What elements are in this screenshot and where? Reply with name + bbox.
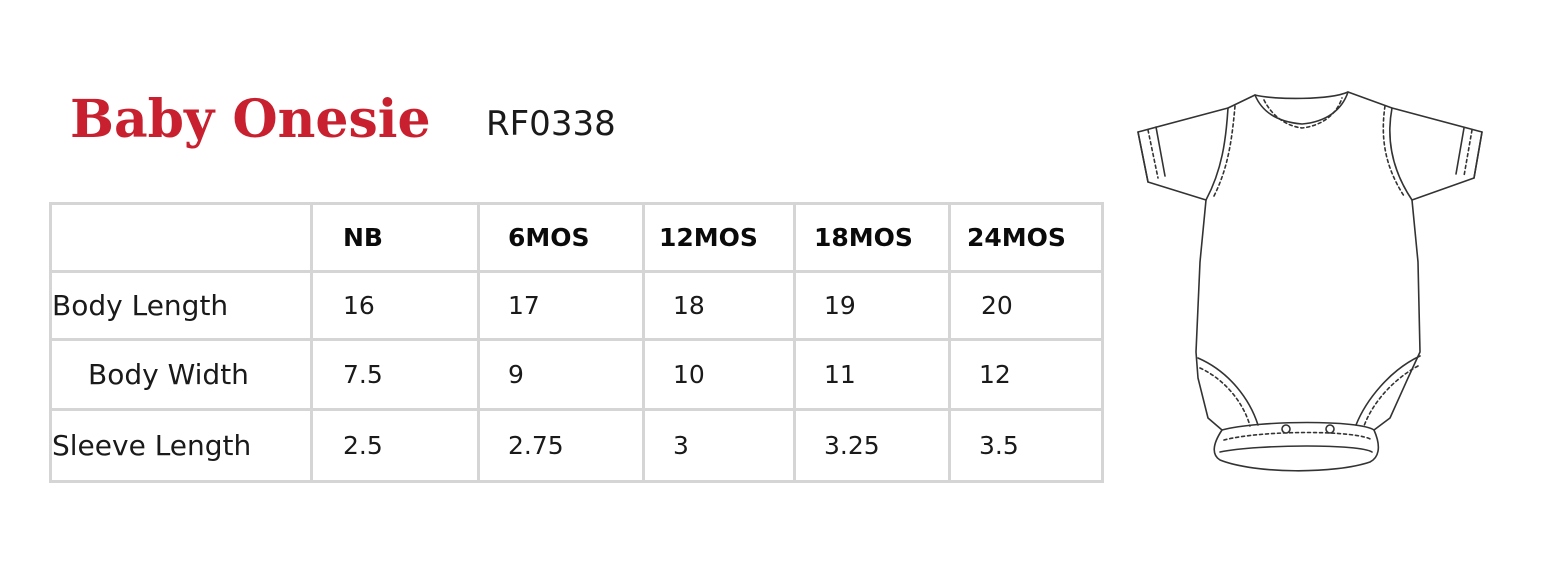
table-cell: 16	[310, 270, 480, 341]
baby-onesie-icon	[1137, 91, 1483, 472]
header-cell-18mos: 18MOS	[793, 202, 951, 273]
table-cell: 12	[948, 338, 1104, 411]
table-cell: 20	[948, 270, 1104, 341]
table-row: Body Length 16 17 18 19 20	[49, 270, 1104, 341]
row-label-sleeve-length: Sleeve Length	[49, 408, 313, 483]
product-title: Baby Onesie	[70, 89, 431, 150]
table-cell: 2.5	[310, 408, 480, 483]
header-cell-nb: NB	[310, 202, 480, 273]
table-row: Sleeve Length 2.5 2.75 3 3.25 3.5	[49, 408, 1104, 483]
size-chart-table: NB 6MOS 12MOS 18MOS 24MOS Body Length 16…	[49, 202, 1104, 483]
table-header-row: NB 6MOS 12MOS 18MOS 24MOS	[49, 202, 1104, 273]
table-cell: 11	[793, 338, 951, 411]
table-row: Body Width 7.5 9 10 11 12	[49, 338, 1104, 411]
product-code: RF0338	[486, 104, 616, 144]
table-cell: 3.5	[948, 408, 1104, 483]
table-cell: 17	[477, 270, 645, 341]
table-cell: 7.5	[310, 338, 480, 411]
header-cell-12mos: 12MOS	[642, 202, 796, 273]
header-cell-6mos: 6MOS	[477, 202, 645, 273]
table-cell: 3.25	[793, 408, 951, 483]
table-cell: 9	[477, 338, 645, 411]
header-cell-24mos: 24MOS	[948, 202, 1104, 273]
row-label-body-width: Body Width	[49, 338, 313, 411]
table-cell: 18	[642, 270, 796, 341]
table-cell: 2.75	[477, 408, 645, 483]
table-cell: 19	[793, 270, 951, 341]
header-cell-empty	[49, 202, 313, 273]
table-cell: 10	[642, 338, 796, 411]
row-label-body-length: Body Length	[49, 270, 313, 341]
table-cell: 3	[642, 408, 796, 483]
